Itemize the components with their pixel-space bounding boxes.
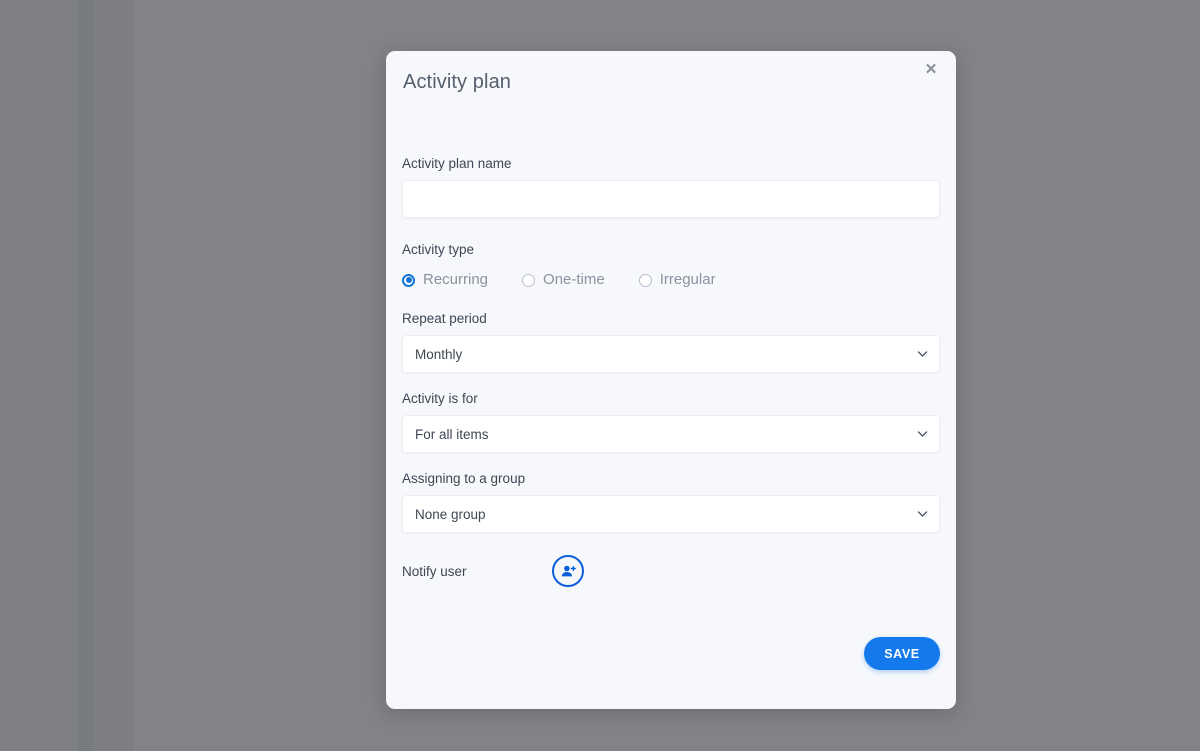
assigning-to-a-group-label: Assigning to a group (402, 471, 526, 486)
radio-icon-unselected (522, 273, 536, 287)
radio-option-recurring[interactable]: Recurring (402, 271, 488, 289)
radio-label-recurring: Recurring (423, 271, 489, 288)
dialog-footer: SAVE (864, 637, 940, 709)
activity-plan-name-input[interactable] (402, 180, 940, 218)
activity-plan-dialog: Activity plan ✕ Activity plan name Activ… (386, 51, 956, 709)
field-activity-plan-name: Activity plan name (402, 155, 940, 218)
radio-option-irregular[interactable]: Irregular (638, 271, 716, 289)
field-activity-type: Activity type Recurring One-time Irregul… (402, 241, 940, 295)
dialog-header: Activity plan ✕ (386, 51, 956, 115)
repeat-period-label: Repeat period (402, 311, 487, 326)
radio-icon-unselected (638, 273, 652, 287)
field-repeat-period: Repeat period Monthly (402, 310, 940, 373)
backdrop-band-sidebar (93, 0, 134, 751)
activity-plan-name-label: Activity plan name (402, 156, 512, 171)
activity-type-label: Activity type (402, 242, 475, 257)
add-user-icon[interactable] (552, 555, 584, 587)
assigning-to-a-group-select[interactable]: None group (402, 495, 940, 533)
repeat-period-select-wrap: Monthly (402, 335, 940, 373)
dialog-body: Activity plan name Activity type Recurri… (386, 155, 956, 591)
activity-is-for-label: Activity is for (402, 391, 478, 406)
radio-option-one-time[interactable]: One-time (522, 271, 605, 289)
assigning-to-a-group-select-wrap: None group (402, 495, 940, 533)
field-notify-user: Notify user (402, 551, 940, 591)
save-button[interactable]: SAVE (864, 637, 940, 670)
activity-is-for-select-wrap: For all items (402, 415, 940, 453)
page-title: Activity plan (403, 71, 512, 93)
close-icon[interactable]: ✕ (920, 58, 942, 80)
repeat-period-select[interactable]: Monthly (402, 335, 940, 373)
radio-icon-selected (402, 273, 415, 287)
notify-user-label: Notify user (402, 563, 467, 579)
backdrop-band-left (78, 0, 93, 751)
activity-is-for-select[interactable]: For all items (402, 415, 940, 453)
radio-label-one-time: One-time (543, 271, 605, 288)
radio-label-irregular: Irregular (659, 271, 716, 288)
activity-type-radio-group: Recurring One-time Irregular (402, 265, 940, 295)
field-assigning-to-a-group: Assigning to a group None group (402, 470, 940, 533)
field-activity-is-for: Activity is for For all items (402, 390, 940, 453)
